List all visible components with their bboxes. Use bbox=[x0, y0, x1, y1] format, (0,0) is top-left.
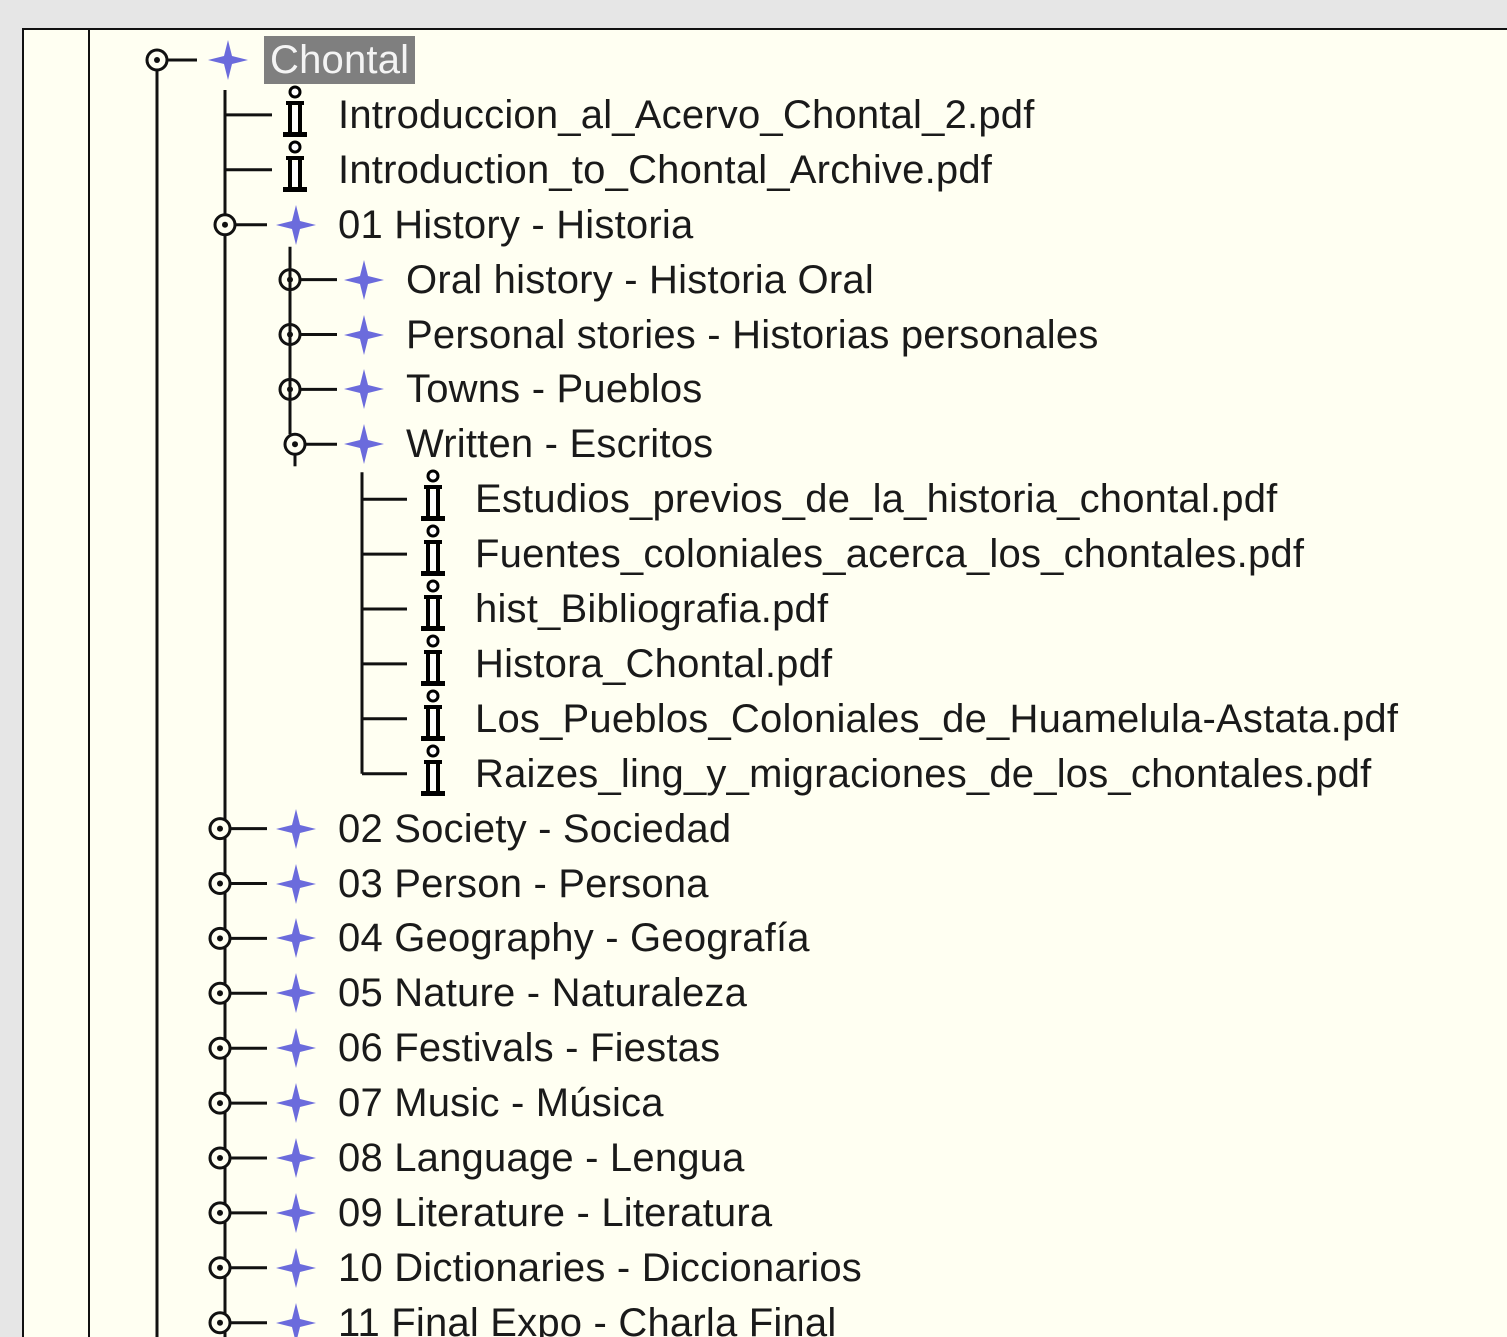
folder-star-icon bbox=[276, 1028, 316, 1069]
folder-star-icon bbox=[208, 40, 248, 80]
folder-label: 10 Dictionaries - Diccionarios bbox=[338, 1245, 862, 1290]
folder-label: 08 Language - Lengua bbox=[338, 1136, 745, 1180]
tree-folder-node[interactable]: 06 Festivals - Fiestas bbox=[24, 1021, 1504, 1075]
tree-folder-node[interactable]: 02 Society - Sociedad bbox=[24, 802, 1504, 856]
tree-folder-node[interactable]: Written - Escritos bbox=[24, 417, 1504, 471]
tree-folder-node[interactable]: 04 Geography - Geografía bbox=[24, 911, 1504, 965]
tree-folder-node[interactable]: 10 Dictionaries - Diccionarios bbox=[24, 1241, 1504, 1295]
folder-label: 01 History - Historia bbox=[338, 202, 694, 247]
tree-folder-node[interactable]: 09 Literature - Literatura bbox=[24, 1186, 1504, 1240]
folder-star-icon bbox=[276, 1083, 316, 1124]
file-icon bbox=[421, 744, 445, 796]
root-label: Chontal bbox=[264, 36, 416, 84]
folder-star-icon bbox=[344, 369, 384, 410]
file-icon bbox=[421, 524, 445, 577]
tree-file-node[interactable]: Fuentes_coloniales_acerca_los_chontales.… bbox=[24, 524, 1504, 581]
folder-label: 03 Person - Persona bbox=[338, 861, 709, 906]
file-label: Introduction_to_Chontal_Archive.pdf bbox=[338, 147, 993, 192]
folder-star-icon bbox=[276, 1138, 316, 1178]
folder-star-icon bbox=[276, 918, 316, 959]
tree-folder-node[interactable]: 03 Person - Persona bbox=[24, 857, 1504, 911]
tree-file-node[interactable]: Introduction_to_Chontal_Archive.pdf bbox=[24, 140, 1504, 197]
file-label: Introduccion_al_Acervo_Chontal_2.pdf bbox=[338, 92, 1035, 137]
folder-label: 07 Music - Música bbox=[338, 1081, 664, 1126]
folder-star-icon bbox=[276, 863, 316, 904]
folder-label: 06 Festivals - Fiestas bbox=[338, 1026, 721, 1071]
file-icon bbox=[421, 469, 445, 522]
folder-label: Written - Escritos bbox=[406, 422, 714, 467]
folder-star-icon bbox=[276, 1192, 316, 1233]
folder-label: 11 Final Expo - Charla Final bbox=[338, 1300, 837, 1337]
folder-star-icon bbox=[276, 808, 316, 849]
tree-file-node[interactable]: hist_Bibliografia.pdf bbox=[24, 579, 1504, 636]
folder-label: 02 Society - Sociedad bbox=[338, 806, 732, 851]
folder-star-icon bbox=[344, 424, 384, 465]
tree-folder-node[interactable]: Oral history - Historia Oral bbox=[24, 253, 1504, 307]
folder-label: Oral history - Historia Oral bbox=[406, 257, 874, 302]
file-label: Raizes_ling_y_migraciones_de_los_chontal… bbox=[475, 751, 1372, 796]
folder-star-icon bbox=[344, 314, 384, 355]
tree-folder-node[interactable]: 11 Final Expo - Charla Final bbox=[24, 1296, 1504, 1337]
folder-star-icon bbox=[276, 973, 316, 1014]
file-icon bbox=[283, 85, 307, 137]
folder-star-icon bbox=[276, 204, 316, 245]
file-icon bbox=[421, 634, 445, 686]
file-label: Fuentes_coloniales_acerca_los_chontales.… bbox=[475, 532, 1305, 577]
tree-folder-node[interactable]: Personal stories - Historias personales bbox=[24, 308, 1504, 362]
file-icon bbox=[421, 689, 445, 741]
file-label: Histora_Chontal.pdf bbox=[475, 641, 833, 686]
tree-folder-node[interactable]: Towns - Pueblos bbox=[24, 362, 1504, 416]
tree-file-node[interactable]: Raizes_ling_y_migraciones_de_los_chontal… bbox=[24, 744, 1504, 801]
file-icon bbox=[421, 579, 445, 631]
tree-file-node[interactable]: Histora_Chontal.pdf bbox=[24, 634, 1504, 691]
file-label: Los_Pueblos_Coloniales_de_Huamelula-Asta… bbox=[475, 696, 1399, 741]
folder-label: 09 Literature - Literatura bbox=[338, 1190, 773, 1235]
folder-star-icon bbox=[276, 1247, 316, 1288]
folder-label: Towns - Pueblos bbox=[406, 367, 703, 412]
folder-label: Personal stories - Historias personales bbox=[406, 312, 1099, 357]
tree-folder-node[interactable]: 08 Language - Lengua bbox=[24, 1131, 1504, 1185]
tree-folder-node[interactable]: 05 Nature - Naturaleza bbox=[24, 966, 1504, 1020]
folder-star-icon bbox=[344, 259, 384, 300]
tree-folder-node[interactable]: 01 History - Historia bbox=[24, 198, 1504, 252]
tree-folder-node[interactable]: 07 Music - Música bbox=[24, 1076, 1504, 1130]
tree-file-node[interactable]: Estudios_previos_de_la_historia_chontal.… bbox=[24, 469, 1504, 526]
tree-file-node[interactable]: Introduccion_al_Acervo_Chontal_2.pdf bbox=[24, 85, 1504, 142]
tree-node-root[interactable]: Chontal bbox=[24, 33, 1504, 87]
tree-file-node[interactable]: Los_Pueblos_Coloniales_de_Huamelula-Asta… bbox=[24, 689, 1504, 746]
folder-label: 05 Nature - Naturaleza bbox=[338, 971, 748, 1016]
folder-label: 04 Geography - Geografía bbox=[338, 916, 810, 961]
folder-star-icon bbox=[276, 1302, 316, 1337]
file-label: hist_Bibliografia.pdf bbox=[475, 587, 829, 631]
file-label: Estudios_previos_de_la_historia_chontal.… bbox=[475, 477, 1278, 522]
file-icon bbox=[283, 140, 307, 192]
tree-panel: Chontal Introduccion_al_Acervo_Chontal_2.… bbox=[22, 28, 1507, 1337]
